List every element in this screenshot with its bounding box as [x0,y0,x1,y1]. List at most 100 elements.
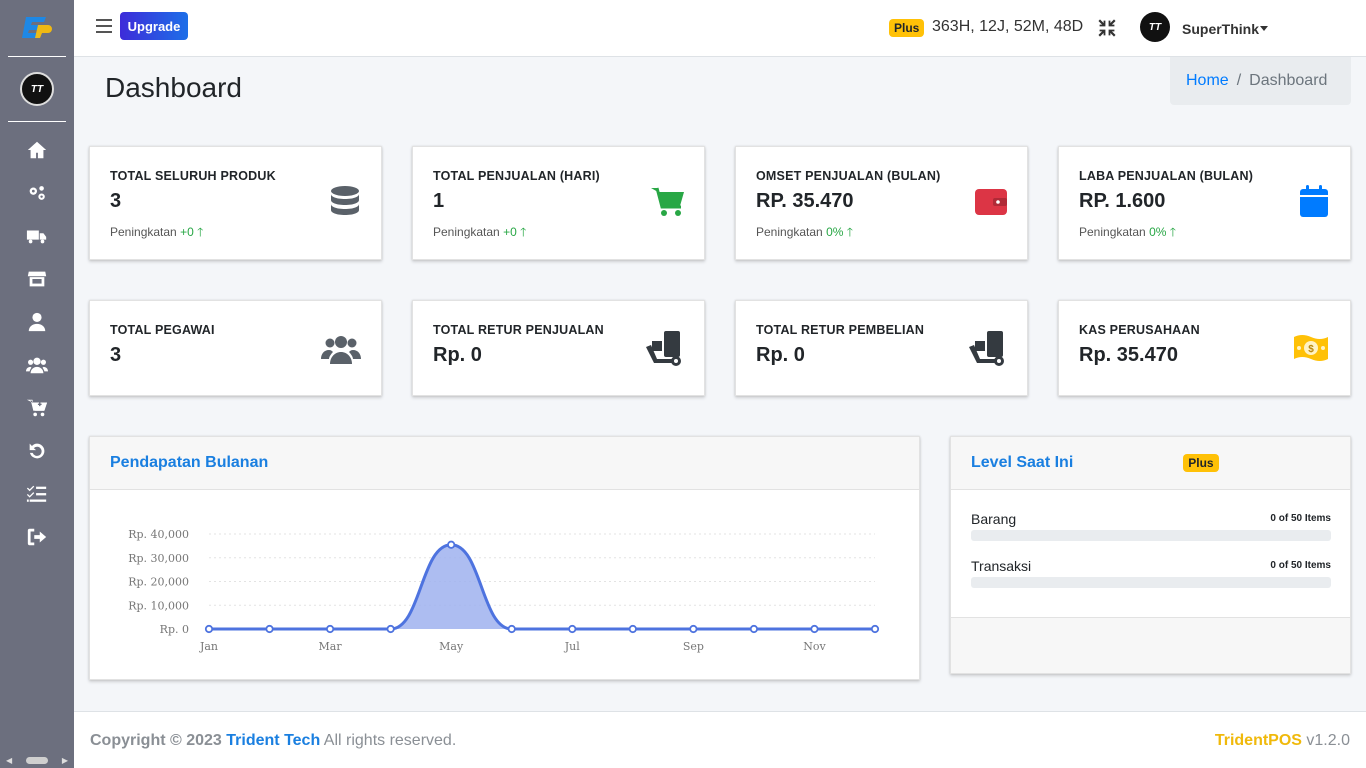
users-icon [321,329,361,369]
monthly-income-panel: Pendapatan Bulanan Rp. 0 Rp. 10,000 Rp. 20… [89,436,920,680]
stat-value: Rp. 0 [433,344,482,366]
panel-footer [951,617,1350,673]
stat-value: 1 [433,190,445,212]
level-badge: Plus [1183,454,1219,472]
data-point [204,624,214,634]
panel-title: Level Saat Ini [971,454,1074,471]
progress-bar [971,530,1331,541]
x-tick-label: Nov [803,640,826,653]
topbar: Upgrade Plus 363H, 12J, 52M, 48D TT Supe… [74,0,1366,57]
data-point [507,624,516,634]
breadcrumb-home-link[interactable]: Home [1186,72,1229,90]
x-tick-label: May [439,640,464,653]
copyright: Copyright © 2023 Trident Tech All rights… [90,732,457,749]
panel-title: Pendapatan Bulanan [110,454,269,471]
stat-value: Rp. 35.470 [1079,344,1178,366]
app-logo-icon [22,17,52,38]
stat-card-retur-penjualan: TOTAL RETUR PENJUALAN Rp. 0 [412,300,705,396]
undo-icon [29,443,45,458]
x-tick-label: Sep [683,640,704,653]
scroll-thumb[interactable] [26,756,48,764]
scroll-right-arrow-icon[interactable]: ▶ [62,756,68,765]
sidebar-item-home[interactable] [0,128,74,171]
stat-label: LABA PENJUALAN (BULAN) [1079,169,1254,183]
current-level-panel: Level Saat Ini Plus Barang 0 of 50 Items… [950,436,1351,674]
cart-plus-icon [26,399,48,416]
stat-label: TOTAL SELURUH PRODUK [110,169,276,183]
footer: Copyright © 2023 Trident Tech All rights… [74,711,1366,768]
sidebar-item-returns[interactable] [0,429,74,472]
data-point [568,624,577,634]
upgrade-button[interactable]: Upgrade [120,12,188,40]
stat-subtext: Peningkatan 0% 🡑 [756,225,853,239]
menu-toggle-icon[interactable] [96,19,112,33]
compress-icon[interactable] [1098,19,1116,37]
stat-label: TOTAL PENJUALAN (HARI) [433,169,600,183]
tasks-icon [26,485,47,502]
breadcrumb-separator: / [1236,72,1242,89]
stat-card-kas: KAS PERUSAHAAN Rp. 35.470 $ [1058,300,1351,396]
sidebar-item-logout[interactable] [0,515,74,558]
data-point [325,624,335,634]
stat-card-retur-pembelian: TOTAL RETUR PEMBELIAN Rp. 0 [735,300,1028,396]
y-tick-label: Rp. 10,000 [128,599,189,612]
stat-value: 3 [110,190,122,212]
users-icon [26,357,48,373]
data-point [810,624,819,634]
y-tick-label: Rp. 20,000 [128,576,189,589]
stat-card-laba: LABA PENJUALAN (BULAN) RP. 1.600 Peningk… [1058,146,1351,260]
sidebar-avatar[interactable]: TT [20,72,54,106]
data-point [749,624,759,634]
progress-row-barang: Barang 0 of 50 Items [971,511,1331,541]
x-tick-label: Mar [319,640,343,653]
x-tick-label: Jul [564,640,580,653]
y-tick-label: Rp. 0 [160,623,189,636]
stat-label: OMSET PENJUALAN (BULAN) [756,169,941,183]
cart-icon [650,183,686,219]
breadcrumb-current: Dashboard [1249,72,1328,89]
sidebar-item-user[interactable] [0,300,74,343]
stat-card-total-penjualan: TOTAL PENJUALAN (HARI) 1 Peningkatan +0 … [412,146,705,260]
stat-label: TOTAL RETUR PEMBELIAN [756,323,925,337]
calendar-icon [1296,183,1332,219]
stat-subtext: Peningkatan +0 🡑 [433,225,527,239]
scroll-left-arrow-icon[interactable]: ◀ [6,756,12,765]
data-point [386,624,395,634]
sidebar-item-tasks[interactable] [0,472,74,515]
chevron-down-icon[interactable] [1260,26,1268,31]
stat-subtext: Peningkatan 0% 🡑 [1079,225,1176,239]
logout-icon [27,528,47,545]
store-icon [27,271,47,286]
app-version: TridentPOS v1.2.0 [1214,732,1350,749]
sidebar-item-purchase[interactable] [0,386,74,429]
sidebar-scrollbar[interactable]: ◀ ▶ [6,754,68,766]
user-avatar[interactable]: TT [1140,12,1170,42]
stat-subtext: Peningkatan +0 🡑 [110,225,204,239]
panel-header: Pendapatan Bulanan [90,437,919,490]
stat-label: TOTAL PEGAWAI [110,323,215,337]
plan-badge: Plus [889,19,925,37]
sidebar-item-shipping[interactable] [0,214,74,257]
data-point [870,624,880,634]
wallet-icon [973,183,1009,219]
progress-count: 0 of 50 Items [1270,513,1331,524]
stat-value: 3 [110,344,122,366]
sidebar-item-employees[interactable] [0,343,74,386]
brand-logo[interactable] [0,0,74,56]
stat-card-total-produk: TOTAL SELURUH PRODUK 3 Peningkatan +0 🡑 [89,146,382,260]
panel-header: Level Saat Ini Plus [951,437,1350,490]
truck-icon [26,230,47,243]
sidebar-item-settings[interactable] [0,171,74,214]
breadcrumb: Home / Dashboard [1170,57,1351,105]
stat-label: KAS PERUSAHAAN [1079,323,1200,337]
money-icon: $ [1292,331,1330,365]
data-point [265,624,274,634]
y-tick-label: Rp. 30,000 [128,552,189,565]
user-name[interactable]: SuperThink [1182,21,1259,37]
sidebar-item-store[interactable] [0,257,74,300]
stat-card-omset: OMSET PENJUALAN (BULAN) RP. 35.470 Penin… [735,146,1028,260]
progress-bar [971,577,1331,588]
company-link[interactable]: Trident Tech [226,732,320,749]
stat-value: RP. 35.470 [756,190,854,212]
sidebar: TT ◀ ▶ [0,0,74,768]
